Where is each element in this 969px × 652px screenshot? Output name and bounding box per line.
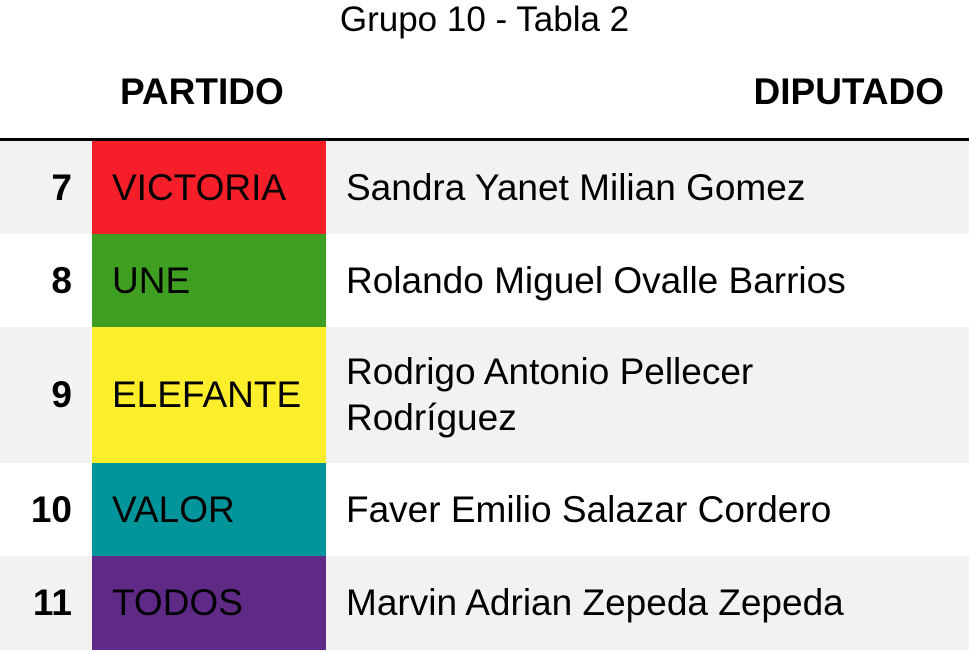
table-row: 8 UNE Rolando Miguel Ovalle Barrios bbox=[0, 234, 969, 327]
deputy-name: Rodrigo Antonio Pellecer Rodríguez bbox=[346, 351, 754, 438]
row-number: 9 bbox=[51, 374, 72, 415]
deputy-name: Marvin Adrian Zepeda Zepeda bbox=[346, 582, 844, 623]
column-header-deputy: DIPUTADO bbox=[753, 71, 944, 112]
party-cell: VALOR bbox=[92, 463, 326, 556]
row-number: 10 bbox=[30, 488, 72, 530]
row-number: 11 bbox=[32, 582, 72, 623]
party-cell: UNE bbox=[92, 234, 326, 327]
row-number: 7 bbox=[51, 166, 72, 208]
deputy-name: Faver Emilio Salazar Cordero bbox=[346, 488, 832, 530]
table-row: 7 VICTORIA Sandra Yanet Milian Gomez bbox=[0, 141, 969, 234]
party-cell: TODOS bbox=[92, 556, 326, 650]
row-number: 8 bbox=[51, 259, 72, 301]
party-cell: VICTORIA bbox=[92, 141, 326, 234]
table-row: 11 TODOS Marvin Adrian Zepeda Zepeda bbox=[0, 556, 969, 650]
table-body: 7 VICTORIA Sandra Yanet Milian Gomez 8 U… bbox=[0, 141, 969, 650]
table-row: 10 VALOR Faver Emilio Salazar Cordero bbox=[0, 463, 969, 556]
party-cell: ELEFANTE bbox=[92, 327, 326, 463]
table-header: PARTIDO DIPUTADO bbox=[0, 46, 969, 141]
column-header-party: PARTIDO bbox=[120, 71, 284, 112]
deputy-name: Sandra Yanet Milian Gomez bbox=[346, 166, 806, 208]
table-title: Grupo 10 - Tabla 2 bbox=[339, 0, 630, 39]
table-row: 9 ELEFANTE Rodrigo Antonio Pellecer Rodr… bbox=[0, 327, 969, 463]
deputy-name: Rolando Miguel Ovalle Barrios bbox=[346, 259, 846, 301]
